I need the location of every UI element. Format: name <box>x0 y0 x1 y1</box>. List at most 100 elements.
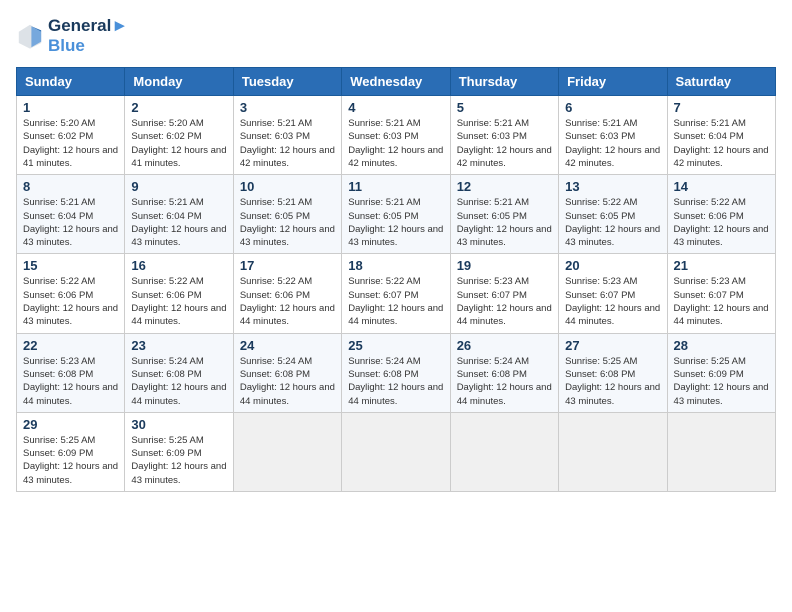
sunrise-time: Sunrise: 5:21 AM <box>457 117 552 130</box>
sunrise-time: Sunrise: 5:25 AM <box>23 434 118 447</box>
daylight-hours: Daylight: 12 hours and 44 minutes. <box>565 302 660 329</box>
daylight-hours: Daylight: 12 hours and 44 minutes. <box>348 381 443 408</box>
day-number: 10 <box>240 179 335 194</box>
calendar-day-cell: 22 Sunrise: 5:23 AM Sunset: 6:08 PM Dayl… <box>17 333 125 412</box>
calendar-header-row: SundayMondayTuesdayWednesdayThursdayFrid… <box>17 68 776 96</box>
day-number: 14 <box>674 179 769 194</box>
calendar-header-sunday: Sunday <box>17 68 125 96</box>
day-info: Sunrise: 5:23 AM Sunset: 6:08 PM Dayligh… <box>23 355 118 408</box>
calendar-day-cell: 18 Sunrise: 5:22 AM Sunset: 6:07 PM Dayl… <box>342 254 450 333</box>
calendar-week-row: 8 Sunrise: 5:21 AM Sunset: 6:04 PM Dayli… <box>17 175 776 254</box>
sunrise-time: Sunrise: 5:22 AM <box>23 275 118 288</box>
calendar-header-monday: Monday <box>125 68 233 96</box>
day-number: 15 <box>23 258 118 273</box>
sunrise-time: Sunrise: 5:21 AM <box>674 117 769 130</box>
sunset-time: Sunset: 6:08 PM <box>240 368 335 381</box>
sunset-time: Sunset: 6:08 PM <box>23 368 118 381</box>
daylight-hours: Daylight: 12 hours and 44 minutes. <box>240 302 335 329</box>
daylight-hours: Daylight: 12 hours and 43 minutes. <box>23 302 118 329</box>
logo-text: General► Blue <box>48 16 128 55</box>
daylight-hours: Daylight: 12 hours and 43 minutes. <box>457 223 552 250</box>
day-number: 6 <box>565 100 660 115</box>
sunrise-time: Sunrise: 5:24 AM <box>240 355 335 368</box>
daylight-hours: Daylight: 12 hours and 42 minutes. <box>348 144 443 171</box>
calendar-day-cell: 12 Sunrise: 5:21 AM Sunset: 6:05 PM Dayl… <box>450 175 558 254</box>
day-number: 7 <box>674 100 769 115</box>
sunset-time: Sunset: 6:02 PM <box>131 130 226 143</box>
sunset-time: Sunset: 6:09 PM <box>23 447 118 460</box>
calendar-header-wednesday: Wednesday <box>342 68 450 96</box>
day-number: 21 <box>674 258 769 273</box>
calendar-day-cell: 3 Sunrise: 5:21 AM Sunset: 6:03 PM Dayli… <box>233 96 341 175</box>
day-number: 22 <box>23 338 118 353</box>
calendar-day-cell: 5 Sunrise: 5:21 AM Sunset: 6:03 PM Dayli… <box>450 96 558 175</box>
sunrise-time: Sunrise: 5:20 AM <box>131 117 226 130</box>
sunrise-time: Sunrise: 5:23 AM <box>565 275 660 288</box>
calendar-day-cell: 24 Sunrise: 5:24 AM Sunset: 6:08 PM Dayl… <box>233 333 341 412</box>
header: General► Blue <box>16 16 776 55</box>
daylight-hours: Daylight: 12 hours and 43 minutes. <box>674 223 769 250</box>
sunset-time: Sunset: 6:08 PM <box>131 368 226 381</box>
day-number: 13 <box>565 179 660 194</box>
calendar-day-cell <box>342 412 450 491</box>
daylight-hours: Daylight: 12 hours and 43 minutes. <box>674 381 769 408</box>
sunrise-time: Sunrise: 5:25 AM <box>674 355 769 368</box>
day-number: 17 <box>240 258 335 273</box>
day-info: Sunrise: 5:21 AM Sunset: 6:03 PM Dayligh… <box>457 117 552 170</box>
daylight-hours: Daylight: 12 hours and 44 minutes. <box>348 302 443 329</box>
daylight-hours: Daylight: 12 hours and 43 minutes. <box>23 223 118 250</box>
calendar-day-cell: 27 Sunrise: 5:25 AM Sunset: 6:08 PM Dayl… <box>559 333 667 412</box>
calendar-day-cell: 21 Sunrise: 5:23 AM Sunset: 6:07 PM Dayl… <box>667 254 775 333</box>
daylight-hours: Daylight: 12 hours and 41 minutes. <box>131 144 226 171</box>
day-info: Sunrise: 5:21 AM Sunset: 6:03 PM Dayligh… <box>240 117 335 170</box>
sunset-time: Sunset: 6:05 PM <box>348 210 443 223</box>
day-number: 20 <box>565 258 660 273</box>
sunrise-time: Sunrise: 5:21 AM <box>457 196 552 209</box>
calendar-header-tuesday: Tuesday <box>233 68 341 96</box>
day-number: 18 <box>348 258 443 273</box>
calendar-day-cell: 13 Sunrise: 5:22 AM Sunset: 6:05 PM Dayl… <box>559 175 667 254</box>
sunset-time: Sunset: 6:06 PM <box>674 210 769 223</box>
sunrise-time: Sunrise: 5:22 AM <box>131 275 226 288</box>
sunset-time: Sunset: 6:07 PM <box>674 289 769 302</box>
daylight-hours: Daylight: 12 hours and 42 minutes. <box>565 144 660 171</box>
calendar-day-cell: 19 Sunrise: 5:23 AM Sunset: 6:07 PM Dayl… <box>450 254 558 333</box>
calendar-day-cell: 20 Sunrise: 5:23 AM Sunset: 6:07 PM Dayl… <box>559 254 667 333</box>
calendar-day-cell: 4 Sunrise: 5:21 AM Sunset: 6:03 PM Dayli… <box>342 96 450 175</box>
day-info: Sunrise: 5:23 AM Sunset: 6:07 PM Dayligh… <box>565 275 660 328</box>
day-info: Sunrise: 5:25 AM Sunset: 6:09 PM Dayligh… <box>23 434 118 487</box>
calendar-week-row: 1 Sunrise: 5:20 AM Sunset: 6:02 PM Dayli… <box>17 96 776 175</box>
sunrise-time: Sunrise: 5:24 AM <box>131 355 226 368</box>
day-number: 30 <box>131 417 226 432</box>
sunrise-time: Sunrise: 5:25 AM <box>131 434 226 447</box>
daylight-hours: Daylight: 12 hours and 41 minutes. <box>23 144 118 171</box>
sunrise-time: Sunrise: 5:22 AM <box>240 275 335 288</box>
day-number: 1 <box>23 100 118 115</box>
sunrise-time: Sunrise: 5:21 AM <box>240 117 335 130</box>
sunrise-time: Sunrise: 5:20 AM <box>23 117 118 130</box>
calendar-header-friday: Friday <box>559 68 667 96</box>
daylight-hours: Daylight: 12 hours and 43 minutes. <box>348 223 443 250</box>
calendar-header-thursday: Thursday <box>450 68 558 96</box>
sunrise-time: Sunrise: 5:25 AM <box>565 355 660 368</box>
sunset-time: Sunset: 6:07 PM <box>348 289 443 302</box>
day-info: Sunrise: 5:23 AM Sunset: 6:07 PM Dayligh… <box>457 275 552 328</box>
sunrise-time: Sunrise: 5:23 AM <box>457 275 552 288</box>
sunset-time: Sunset: 6:04 PM <box>674 130 769 143</box>
day-info: Sunrise: 5:24 AM Sunset: 6:08 PM Dayligh… <box>457 355 552 408</box>
sunset-time: Sunset: 6:06 PM <box>131 289 226 302</box>
day-info: Sunrise: 5:20 AM Sunset: 6:02 PM Dayligh… <box>131 117 226 170</box>
sunrise-time: Sunrise: 5:23 AM <box>23 355 118 368</box>
calendar-day-cell: 7 Sunrise: 5:21 AM Sunset: 6:04 PM Dayli… <box>667 96 775 175</box>
day-number: 27 <box>565 338 660 353</box>
calendar-day-cell: 30 Sunrise: 5:25 AM Sunset: 6:09 PM Dayl… <box>125 412 233 491</box>
daylight-hours: Daylight: 12 hours and 44 minutes. <box>674 302 769 329</box>
daylight-hours: Daylight: 12 hours and 44 minutes. <box>23 381 118 408</box>
calendar-week-row: 29 Sunrise: 5:25 AM Sunset: 6:09 PM Dayl… <box>17 412 776 491</box>
calendar-day-cell: 25 Sunrise: 5:24 AM Sunset: 6:08 PM Dayl… <box>342 333 450 412</box>
sunrise-time: Sunrise: 5:24 AM <box>348 355 443 368</box>
sunset-time: Sunset: 6:07 PM <box>565 289 660 302</box>
day-info: Sunrise: 5:21 AM Sunset: 6:05 PM Dayligh… <box>457 196 552 249</box>
daylight-hours: Daylight: 12 hours and 42 minutes. <box>240 144 335 171</box>
calendar: SundayMondayTuesdayWednesdayThursdayFrid… <box>16 67 776 492</box>
